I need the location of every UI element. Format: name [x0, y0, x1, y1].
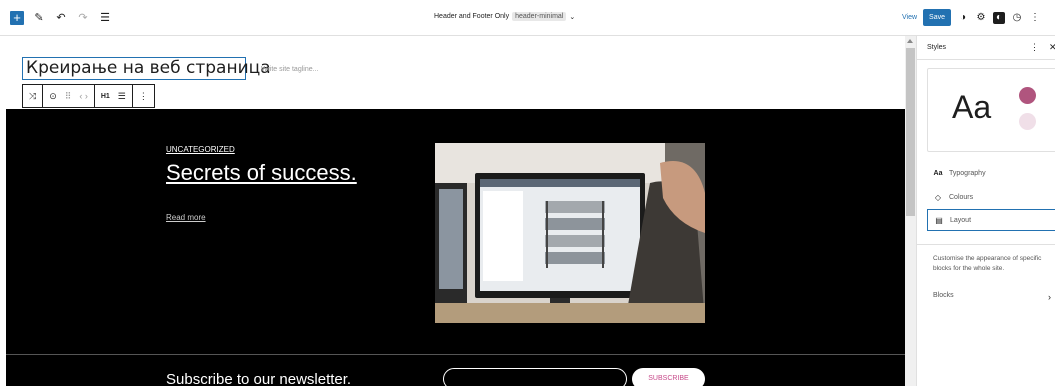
sidebar-item-typography[interactable]: Aa Typography [927, 162, 1055, 184]
layout-icon: ▤ [935, 215, 943, 225]
align-icon[interactable]: ☰ [118, 91, 126, 102]
document-overview-icon[interactable]: ☰ [98, 11, 112, 25]
chevron-down-icon: ⌄ [569, 13, 576, 21]
canvas-scrollbar[interactable] [905, 36, 916, 386]
block-toolbar: ⤨ ⊙ ⠿ ‹ › H1 ☰ ⋮ [22, 84, 155, 108]
template-selector[interactable]: Header and Footer Only header-minimal ⌄ [434, 12, 575, 21]
sidebar-item-label: Typography [949, 169, 986, 177]
droplet-icon: ◇ [934, 192, 942, 202]
more-options-icon[interactable]: ⋮ [1029, 12, 1041, 24]
editor-canvas: Креирање на веб страница Write site tagl… [0, 36, 905, 386]
sidebar-item-blocks[interactable]: Blocks › [933, 292, 1051, 302]
view-link[interactable]: View [902, 14, 917, 21]
sidebar-item-colours[interactable]: ◇ Colours [927, 186, 1055, 208]
block-more-icon[interactable]: ⋮ [139, 91, 148, 102]
sidebar-title: Styles [927, 44, 947, 51]
topbar-left-tools: + ✎ ↶ ↷ ☰ [0, 10, 112, 25]
move-arrows-icon[interactable]: ‹ › [79, 91, 88, 101]
site-tagline-placeholder[interactable]: Write site tagline... [261, 66, 318, 73]
block-toolbar-more: ⋮ [133, 85, 154, 107]
template-slug-badge: header-minimal [512, 12, 567, 21]
style-preview: Aa [927, 68, 1055, 152]
close-icon[interactable]: ✕ [1049, 42, 1055, 53]
sidebar-item-label: Colours [949, 193, 974, 201]
revisions-icon[interactable]: ◷ [1011, 12, 1023, 24]
styles-sidebar: Styles ⋮ ✕ Aa Aa Typography ◇ Colours ▤ … [916, 36, 1055, 386]
save-button[interactable]: Save [923, 9, 952, 26]
read-more-link[interactable]: Read more [166, 213, 206, 222]
block-toolbar-move-group: ⊙ ⠿ ‹ › [43, 85, 95, 107]
post-title-link[interactable]: Secrets of success. [166, 160, 357, 186]
preview-primary-color-swatch [1019, 87, 1036, 104]
newsletter-heading: Subscribe to our newsletter. [166, 371, 352, 386]
post-featured-image [435, 143, 705, 323]
editor-topbar: + ✎ ↶ ↷ ☰ Header and Footer Only header-… [0, 0, 1055, 36]
sidebar-header: Styles ⋮ ✕ [917, 36, 1055, 60]
blocks-label: Blocks [933, 292, 954, 299]
newsletter-email-field[interactable] [443, 368, 627, 386]
topbar-right-tools: View Save ◑ ⚙ ◐ ◷ ⋮ [902, 9, 1041, 26]
scroll-thumb[interactable] [906, 48, 915, 216]
transform-icon[interactable]: ⤨ [29, 91, 36, 102]
section-divider [6, 354, 905, 355]
undo-icon[interactable]: ↶ [54, 11, 68, 25]
post-section: UNCATEGORIZED Secrets of success. Read m… [6, 109, 905, 386]
add-block-button[interactable]: + [10, 10, 24, 25]
location-icon[interactable]: ⊙ [49, 91, 57, 102]
block-toolbar-format-group: H1 ☰ [95, 85, 133, 107]
block-toolbar-transform: ⤨ [23, 85, 44, 107]
subscribe-button[interactable]: SUBSCRIBE [632, 368, 705, 386]
post-category-link[interactable]: UNCATEGORIZED [166, 145, 235, 154]
styles-icon[interactable]: ◑ [957, 12, 969, 24]
drag-handle-icon[interactable]: ⠿ [65, 91, 72, 102]
typography-icon: Aa [933, 169, 943, 177]
sidebar-description: Customise the appearance of specific blo… [933, 255, 1042, 272]
redo-icon[interactable]: ↷ [76, 11, 90, 25]
sidebar-divider [917, 244, 1055, 245]
template-name: Header and Footer Only [434, 13, 510, 20]
chevron-right-icon: › [1048, 292, 1051, 302]
site-title-block[interactable]: Креирање на веб страница [22, 57, 271, 80]
scroll-up-icon[interactable] [907, 39, 913, 43]
heading-level-button[interactable]: H1 [101, 93, 110, 100]
preview-typography-sample: Aa [952, 89, 992, 125]
contrast-icon[interactable]: ◐ [993, 11, 1006, 24]
sidebar-item-layout[interactable]: ▤ Layout [927, 209, 1055, 231]
sidebar-more-icon[interactable]: ⋮ [1030, 42, 1039, 53]
preview-secondary-color-swatch [1019, 113, 1036, 130]
sidebar-item-label: Layout [950, 216, 972, 224]
edit-tool-icon[interactable]: ✎ [32, 11, 46, 25]
gear-icon[interactable]: ⚙ [975, 12, 987, 24]
